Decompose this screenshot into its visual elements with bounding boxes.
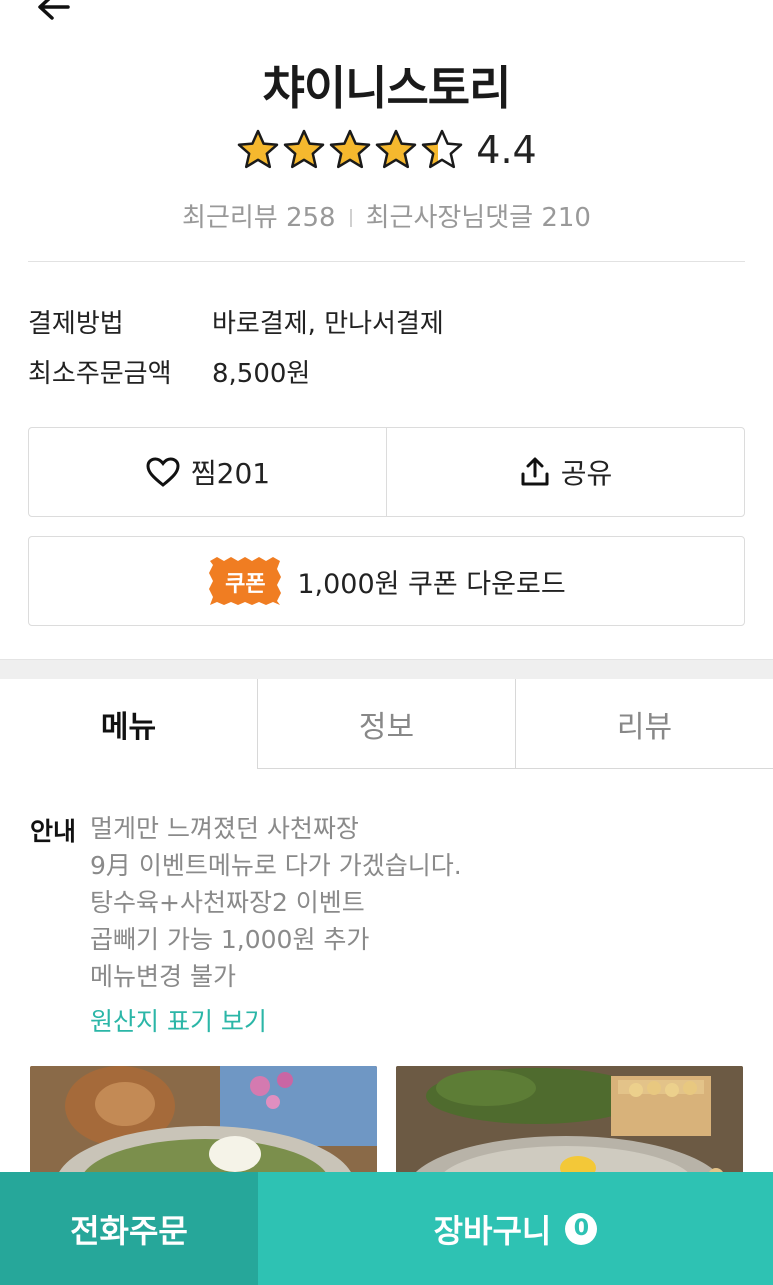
cart-button[interactable]: 장바구니 0	[258, 1172, 773, 1285]
star-icon	[376, 129, 417, 169]
tab-menu[interactable]: 메뉴	[0, 679, 257, 769]
share-icon	[521, 457, 549, 486]
min-order-key: 최소주문금액	[28, 359, 172, 389]
cart-label: 장바구니	[433, 1211, 552, 1250]
phone-order-button[interactable]: 전화주문	[0, 1172, 258, 1285]
back-button[interactable]	[34, 0, 74, 26]
owner-reply-count[interactable]: 최근사장님댓글 210	[366, 203, 591, 233]
star-icon	[284, 129, 325, 169]
star-icon	[422, 129, 463, 169]
cart-count-badge: 0	[565, 1212, 598, 1245]
rating-score: 4.4	[476, 128, 537, 172]
payment-key: 결제방법	[28, 309, 124, 339]
like-label: 찜201	[190, 457, 271, 490]
rating-row: 4.4	[0, 128, 773, 172]
bottom-bar: 전화주문 장바구니 0	[0, 1172, 773, 1285]
notice-label: 안내	[30, 817, 77, 846]
like-button[interactable]: 찜201	[29, 428, 386, 516]
min-order-row: 최소주문금액 8,500원	[28, 353, 310, 390]
coupon-icon: 쿠폰	[207, 555, 283, 607]
star-icon	[238, 129, 279, 169]
tab-bar: 메뉴 정보 리뷰	[0, 679, 773, 769]
notice-line: 곱빼기 가능 1,000원 추가	[90, 925, 370, 954]
action-buttons: 찜201 공유	[28, 427, 745, 517]
notice-line: 멀게만 느껴졌던 사천짜장	[90, 814, 359, 843]
notice-line: 9月 이벤트메뉴로 다가 가겠습니다.	[90, 851, 462, 880]
notice-line: 메뉴변경 불가	[90, 962, 236, 991]
coupon-download-button[interactable]: 쿠폰 1,000원 쿠폰 다운로드	[28, 536, 745, 626]
arrow-left-icon	[38, 0, 70, 20]
payment-row: 결제방법 바로결제, 만나서결제	[28, 303, 444, 340]
store-name: 챠이니스토리	[262, 61, 512, 115]
min-order-value: 8,500원	[212, 359, 311, 389]
recent-review-count[interactable]: 최근리뷰 258	[182, 203, 336, 233]
review-counts: 최근리뷰 258 최근사장님댓글 210	[0, 197, 773, 234]
tab-info[interactable]: 정보	[257, 679, 515, 769]
share-button[interactable]: 공유	[386, 428, 744, 516]
star-icon	[330, 129, 371, 169]
payment-value: 바로결제, 만나서결제	[212, 309, 444, 339]
share-label: 공유	[560, 457, 613, 490]
divider	[28, 261, 745, 262]
section-divider	[0, 659, 773, 679]
origin-info-link[interactable]: 원산지 표기 보기	[90, 1002, 267, 1038]
heart-icon	[146, 457, 180, 487]
notice-text: 멀게만 느껴졌던 사천짜장 9月 이벤트메뉴로 다가 가겠습니다. 탕수육+사천…	[90, 810, 462, 995]
divider	[349, 209, 352, 227]
notice-line: 탕수육+사천짜장2 이벤트	[90, 888, 365, 917]
coupon-badge-label: 쿠폰	[225, 572, 266, 597]
coupon-label: 1,000원 쿠폰 다운로드	[297, 568, 566, 600]
tab-review[interactable]: 리뷰	[515, 679, 773, 769]
star-rating	[236, 128, 464, 172]
